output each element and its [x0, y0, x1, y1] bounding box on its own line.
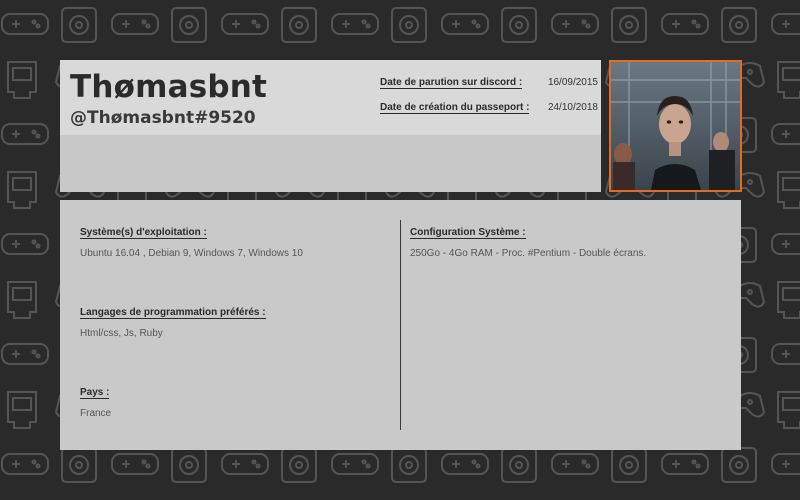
country-value: France	[80, 408, 112, 419]
country-section: Pays : France	[80, 382, 111, 419]
discord-date-label: Date de parution sur discord :	[380, 77, 523, 89]
passport-date-row: Date de création du passeport : 24/10/20…	[380, 102, 598, 116]
languages-value: Html/css, Js, Ruby	[80, 328, 163, 339]
profile-info-card: Système(s) d'exploitation : Ubuntu 16.04…	[60, 200, 741, 450]
avatar	[609, 60, 742, 192]
languages-label: Langages de programmation préférés :	[80, 307, 266, 319]
discord-date-row: Date de parution sur discord : 16/09/201…	[380, 77, 598, 91]
column-divider	[400, 220, 401, 430]
config-section: Configuration Système : 250Go - 4Go RAM …	[410, 222, 646, 259]
avatar-image	[611, 62, 740, 190]
profile-header-top: Thømasbnt @Thømasbnt#9520 Date de paruti…	[60, 60, 601, 135]
os-label: Système(s) d'exploitation :	[80, 227, 207, 239]
config-value: 250Go - 4Go RAM - Proc. #Pentium - Doubl…	[410, 248, 647, 259]
profile-header-card: Thømasbnt @Thømasbnt#9520 Date de paruti…	[60, 60, 601, 192]
os-section: Système(s) d'exploitation : Ubuntu 16.04…	[80, 222, 303, 259]
discord-date-value: 16/09/2015	[547, 77, 598, 88]
passport-date-value: 24/10/2018	[547, 102, 598, 113]
os-value: Ubuntu 16.04 , Debian 9, Windows 7, Wind…	[80, 248, 303, 259]
config-label: Configuration Système :	[410, 227, 526, 239]
username: Thømasbnt	[70, 69, 268, 105]
passport-date-label: Date de création du passeport :	[380, 102, 530, 114]
languages-section: Langages de programmation préférés : Htm…	[80, 302, 266, 339]
discord-tag: @Thømasbnt#9520	[70, 108, 256, 128]
country-label: Pays :	[80, 387, 110, 399]
